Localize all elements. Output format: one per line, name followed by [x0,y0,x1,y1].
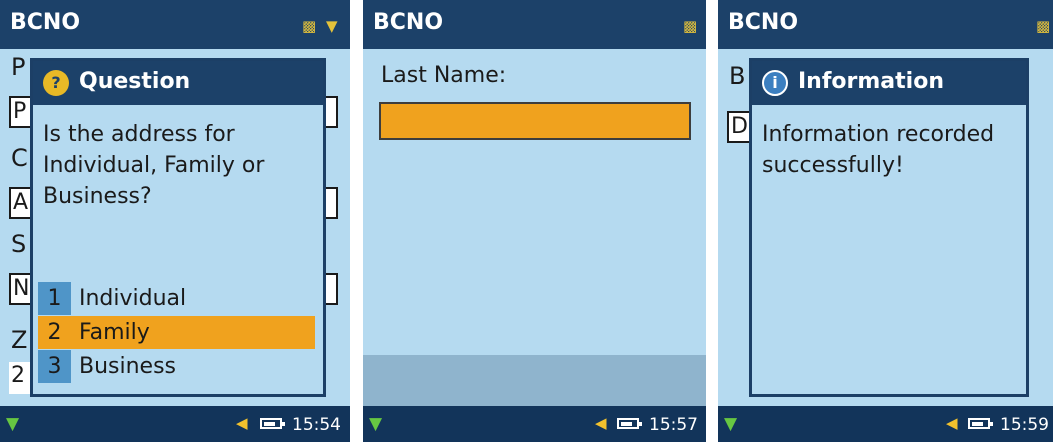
screen-information: BCNO ▩ B D i Information Information rec… [718,0,1053,442]
volume-icon[interactable]: ◀ [946,414,958,432]
dialog-header: i Information [752,61,1026,105]
clock[interactable]: 15:59 [1000,415,1049,435]
taskbar: ▼ ◀ 15:59 [718,406,1053,442]
contacts-icon: ▩ [683,17,698,35]
info-icon: i [762,70,788,96]
dialog-message: Information recorded successfully! [762,122,995,178]
information-dialog: i Information Information recorded succe… [749,58,1029,397]
app-title: BCNO [10,10,81,35]
signal-icon: ▼ [326,17,338,35]
title-bar: BCNO ▩ [718,0,1053,49]
screen-question: BCNO ▩ ▼ P P C A S N Z 2 ? Question Is t… [0,0,350,442]
option-business[interactable]: 3 Business [38,350,315,383]
network-icon[interactable]: ▼ [724,414,737,434]
network-icon[interactable]: ▼ [6,414,19,434]
question-icon: ? [43,70,69,96]
option-label: Individual [79,286,187,311]
dialog-message: Is the address for Individual, Family or… [43,122,265,209]
lower-band [363,355,706,406]
volume-icon[interactable]: ◀ [595,414,607,432]
battery-icon[interactable] [617,418,642,429]
battery-icon[interactable] [260,418,285,429]
app-title: BCNO [373,10,444,35]
last-name-input[interactable] [379,102,691,140]
battery-icon[interactable] [968,418,993,429]
option-number: 3 [38,350,71,383]
option-number: 2 [38,316,71,349]
background-label: Z [11,326,28,354]
volume-icon[interactable]: ◀ [236,414,248,432]
taskbar: ▼ ◀ 15:54 [0,406,350,442]
contacts-icon: ▩ [302,17,317,35]
network-icon[interactable]: ▼ [369,414,382,434]
option-label: Family [79,320,150,345]
contacts-icon: ▩ [1036,17,1051,35]
clock[interactable]: 15:54 [292,415,341,435]
option-individual[interactable]: 1 Individual [38,282,315,315]
dialog-title: Information [798,69,944,94]
app-title: BCNO [728,10,799,35]
background-field[interactable]: D [727,111,751,143]
dialog-title: Question [79,69,191,94]
dialog-header: ? Question [33,61,323,105]
taskbar: ▼ ◀ 15:57 [363,406,706,442]
title-bar: BCNO ▩ ▼ [0,0,350,49]
background-label: P [11,53,26,81]
last-name-label: Last Name: [381,63,507,88]
background-label: C [11,144,28,172]
background-label: B [729,62,746,90]
clock[interactable]: 15:57 [649,415,698,435]
option-family[interactable]: 2 Family [38,316,315,349]
option-number: 1 [38,282,71,315]
title-bar: BCNO ▩ [363,0,706,49]
screen-last-name: BCNO ▩ Last Name: ▼ ◀ 15:57 [363,0,706,442]
option-label: Business [79,354,177,379]
background-label: S [11,230,27,258]
question-dialog: ? Question Is the address for Individual… [30,58,326,397]
